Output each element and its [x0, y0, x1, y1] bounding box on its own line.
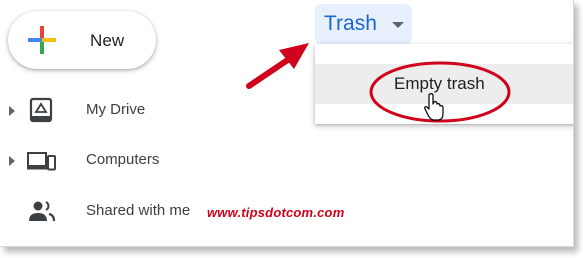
plus-icon	[28, 26, 56, 54]
breadcrumb-trash-label: Trash	[324, 12, 377, 35]
drive-window: New My Drive Computers Shared with me ww…	[0, 0, 574, 247]
sidebar-item-label: My Drive	[86, 101, 146, 118]
red-arrow-icon	[246, 43, 309, 89]
menu-item-label: Empty trash	[394, 74, 485, 93]
expand-arrow-icon[interactable]	[9, 156, 15, 166]
new-button-label: New	[90, 31, 125, 50]
my-drive-icon	[29, 97, 53, 123]
shared-with-me-icon	[29, 201, 56, 222]
watermark-text: www.tipsdotcom.com	[207, 205, 345, 220]
caret-down-icon[interactable]	[392, 22, 404, 28]
sidebar-item-computers[interactable]: Computers	[0, 145, 260, 175]
breadcrumb-trash[interactable]: Trash	[315, 4, 412, 44]
computers-icon	[27, 152, 56, 171]
empty-trash-menu-item[interactable]: Empty trash	[315, 64, 573, 104]
sidebar-item-label: Computers	[86, 151, 160, 168]
expand-arrow-icon[interactable]	[9, 106, 15, 116]
sidebar-item-my-drive[interactable]: My Drive	[0, 95, 260, 125]
new-button[interactable]: New	[8, 11, 156, 69]
trash-dropdown-menu: Empty trash	[315, 44, 573, 124]
sidebar-item-label: Shared with me	[86, 202, 191, 219]
